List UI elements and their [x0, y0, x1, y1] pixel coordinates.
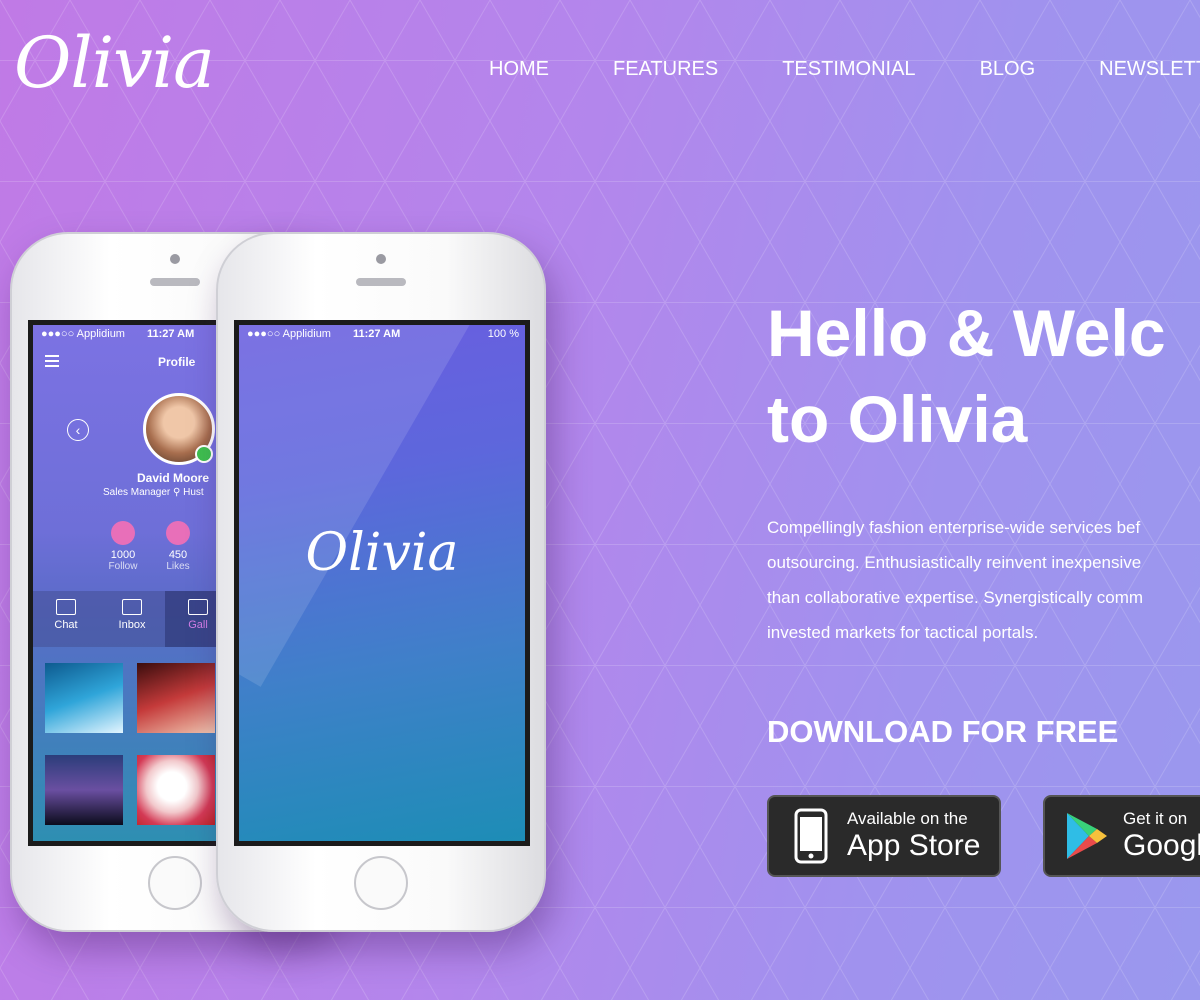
carrier-label: ●●●○○ Applidium: [41, 328, 125, 340]
stat-number: 1000: [110, 549, 136, 561]
stat-number: 450: [168, 549, 188, 561]
speaker-grill: [150, 278, 200, 286]
status-time: 11:27 AM: [146, 328, 195, 340]
google-play-big-text: Google: [1123, 829, 1200, 862]
gallery-thumb-bridge[interactable]: [45, 755, 123, 825]
download-heading: DOWNLOAD FOR FREE: [767, 714, 1119, 749]
gallery-thumb-portrait[interactable]: [137, 663, 215, 733]
chevron-left-icon[interactable]: ‹: [67, 419, 89, 441]
google-play-small-text: Get it on: [1123, 809, 1188, 828]
gallery-thumb-dessert[interactable]: [137, 755, 215, 825]
tab-chat[interactable]: Chat: [33, 591, 99, 647]
user-role: Sales Manager ⚲ Hust: [103, 487, 204, 498]
splash-logo: Olivia: [305, 523, 459, 583]
status-bar: ●●●○○ Applidium 11:27 AM 100 %: [239, 325, 525, 343]
hero-description-line: Compellingly fashion enterprise-wide ser…: [767, 518, 1141, 537]
phone-screen: ●●●○○ Applidium 11:27 AM 100 % Olivia: [234, 320, 530, 846]
hero-description-line: invested markets for tactical portals.: [767, 623, 1039, 642]
hero-title-line-2: to Olivia: [767, 382, 1028, 456]
tab-inbox[interactable]: Inbox: [99, 591, 165, 647]
splash-screen: ●●●○○ Applidium 11:27 AM 100 % Olivia: [239, 325, 525, 841]
heart-icon: [166, 521, 190, 545]
battery-label: 100 %: [487, 328, 519, 340]
stat-label: Likes: [166, 561, 190, 572]
image-icon: [188, 599, 208, 615]
tab-label: Inbox: [118, 619, 146, 631]
user-icon: [111, 521, 135, 545]
stat-label: Follow: [108, 561, 138, 572]
stat-likes[interactable]: 450 Likes: [153, 521, 203, 572]
hamburger-menu-icon[interactable]: [45, 355, 59, 370]
nav-newsletter[interactable]: NEWSLETT: [1099, 58, 1200, 81]
speaker-grill: [356, 278, 406, 286]
app-store-small-text: Available on the: [847, 809, 968, 828]
chat-icon: [56, 599, 76, 615]
user-name: David Moore: [137, 471, 210, 485]
nav-home[interactable]: HOME: [489, 58, 549, 81]
main-nav: HOME FEATURES TESTIMONIAL BLOG NEWSLETT: [489, 58, 1200, 81]
nav-testimonial[interactable]: TESTIMONIAL: [782, 58, 915, 81]
front-camera: [170, 254, 180, 264]
google-play-button[interactable]: Get it on Google: [1043, 795, 1200, 877]
tab-label: Chat: [54, 619, 78, 631]
app-store-button[interactable]: Available on the App Store: [767, 795, 1001, 877]
hero-description: Compellingly fashion enterprise-wide ser…: [767, 510, 1200, 645]
gallery-thumb-surf[interactable]: [45, 663, 123, 733]
nav-blog[interactable]: BLOG: [980, 58, 1036, 81]
phone-icon: [781, 808, 841, 864]
site-logo[interactable]: Olivia: [14, 22, 215, 104]
play-store-icon: [1057, 811, 1117, 861]
front-camera: [376, 254, 386, 264]
tab-label: Gall: [188, 619, 208, 631]
hero-title-line-1: Hello & Welc: [767, 296, 1166, 370]
hero-description-line: than collaborative expertise. Synergisti…: [767, 588, 1144, 607]
nav-features[interactable]: FEATURES: [613, 58, 718, 81]
stat-follow[interactable]: 1000 Follow: [98, 521, 148, 572]
hero-description-line: outsourcing. Enthusiastically reinvent i…: [767, 553, 1142, 572]
home-button: [148, 856, 202, 910]
envelope-icon: [122, 599, 142, 615]
phone-mockup-splash: ●●●○○ Applidium 11:27 AM 100 % Olivia: [216, 232, 546, 932]
carrier-label: ●●●○○ Applidium: [247, 328, 331, 340]
hero-title: Hello & Welc to Olivia: [767, 290, 1166, 462]
status-time: 11:27 AM: [352, 328, 401, 340]
app-store-big-text: App Store: [847, 829, 981, 862]
profile-header-title: Profile: [158, 355, 196, 369]
online-check-icon: [195, 445, 213, 463]
home-button: [354, 856, 408, 910]
